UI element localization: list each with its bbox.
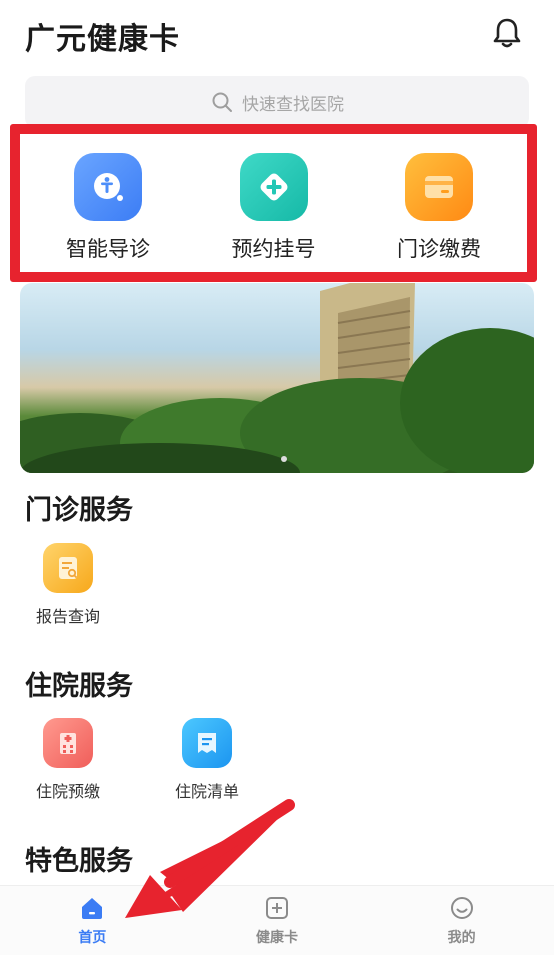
search-icon: [212, 92, 232, 112]
quick-action-label: 预约挂号: [231, 237, 316, 261]
search-input[interactable]: 快速查找医院: [25, 76, 529, 128]
service-label: 报告查询: [35, 607, 100, 626]
bottom-tab-bar: 首页 健康卡 我的: [0, 885, 554, 955]
tab-health-card[interactable]: 健康卡: [217, 895, 337, 947]
bell-icon[interactable]: [490, 16, 524, 50]
service-label: 住院预缴: [35, 782, 100, 801]
person-guide-icon: [74, 153, 142, 221]
smiley-icon: [450, 896, 473, 919]
service-report-query[interactable]: 报告查询: [20, 543, 116, 627]
banner-image[interactable]: [20, 283, 534, 473]
quick-action-appointment[interactable]: 预约挂号: [214, 138, 334, 268]
section-title-outpatient: 门诊服务: [25, 495, 133, 526]
quick-action-smart-triage[interactable]: 智能导诊: [48, 138, 168, 268]
medical-cross-icon: [239, 153, 308, 221]
health-card-icon: [265, 896, 288, 919]
section-title-inpatient: 住院服务: [25, 671, 133, 702]
tab-label: 健康卡: [255, 929, 298, 946]
tab-mine[interactable]: 我的: [402, 895, 522, 947]
section-title-special: 特色服务: [25, 846, 133, 877]
card-icon: [405, 153, 473, 221]
quick-action-label: 门诊缴费: [397, 237, 481, 261]
quick-action-label: 智能导诊: [66, 237, 150, 261]
tab-label: 我的: [447, 929, 476, 946]
service-label: 住院清单: [174, 782, 239, 801]
service-inpatient-prepay[interactable]: 住院预缴: [20, 718, 116, 802]
tab-label: 首页: [78, 929, 107, 946]
service-inpatient-list[interactable]: 住院清单: [159, 718, 255, 802]
hospital-icon: [43, 718, 93, 768]
page-title: 广元健康卡: [25, 22, 180, 57]
report-icon: [43, 543, 93, 593]
quick-action-outpatient-payment[interactable]: 门诊缴费: [379, 138, 499, 268]
quick-actions: 智能导诊 预约挂号 门诊缴费: [24, 138, 521, 268]
tab-home[interactable]: 首页: [32, 895, 152, 947]
list-icon: [182, 718, 232, 768]
home-icon: [82, 897, 103, 919]
search-placeholder: 快速查找医院: [242, 94, 344, 115]
